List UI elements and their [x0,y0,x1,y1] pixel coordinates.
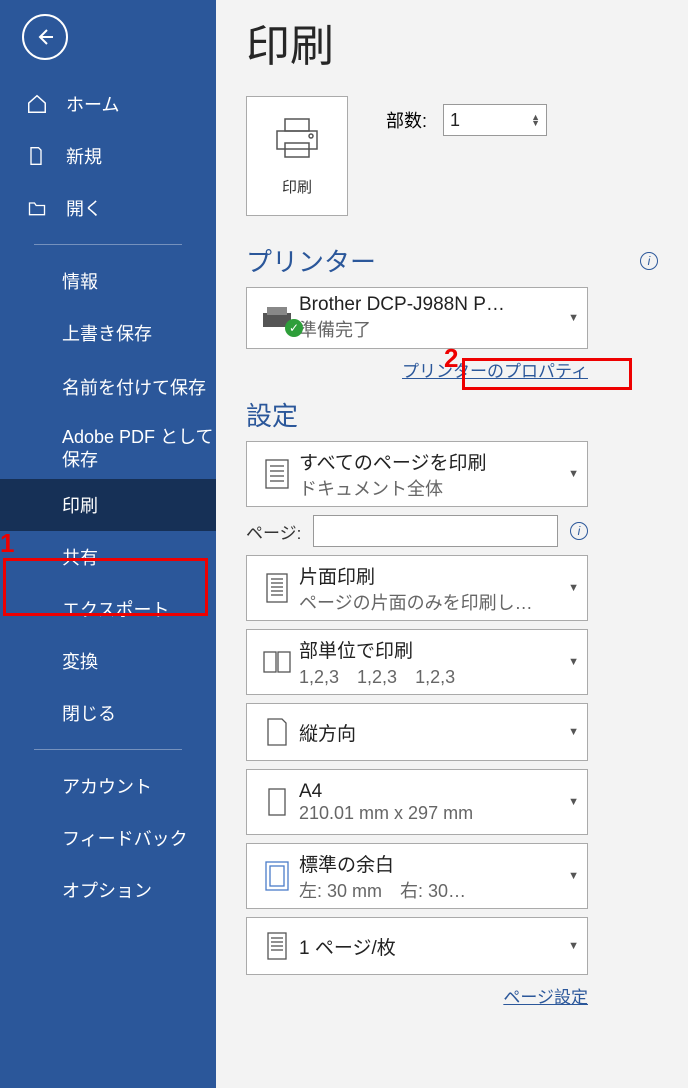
one-sided-icon [255,570,299,606]
pages-input[interactable] [313,515,558,547]
chevron-down-icon: ▼ [568,656,579,668]
paper-size-dropdown[interactable]: A4210.01 mm x 297 mm ▼ [246,769,588,835]
portrait-icon [255,715,299,749]
sidebar-item-label: 閉じる [62,700,116,726]
sidebar-item-close[interactable]: 閉じる [0,687,216,739]
dd-sub: 210.01 mm x 297 mm [299,803,564,824]
annotation-number-1: 1 [0,528,14,559]
chevron-down-icon: ▼ [568,726,579,738]
backstage-sidebar: ホーム 新規 開く 情報 上書き保存 名前を付けて保存 Adobe PDF とし… [0,0,216,1088]
sidebar-item-share[interactable]: 共有 [0,531,216,583]
sidebar-item-save[interactable]: 上書き保存 [0,307,216,359]
sidebar-item-label: 変換 [62,648,98,674]
dd-title: 部単位で印刷 [299,636,564,663]
dd-sub: 1,2,3 1,2,3 1,2,3 [299,663,564,689]
chevron-down-icon: ▼ [568,940,579,952]
dd-title: 1 ページ/枚 [299,933,564,960]
printer-dropdown[interactable]: ✓ Brother DCP-J988N P… 準備完了 ▼ [246,287,588,349]
sidebar-item-label: 情報 [62,268,98,294]
margins-icon [255,859,299,893]
collate-icon [255,648,299,676]
spinner-arrows-icon: ▲▼ [531,114,540,126]
printer-section-header: プリンター [246,242,376,279]
copies-label: 部数: [386,107,427,133]
dd-title: 縦方向 [299,719,564,746]
chevron-down-icon: ▼ [568,582,579,594]
check-icon: ✓ [285,319,303,337]
pages-label: ページ: [246,519,301,544]
chevron-down-icon: ▼ [568,796,579,808]
sidebar-separator [34,749,182,750]
margins-dropdown[interactable]: 標準の余白左: 30 mm 右: 30… ▼ [246,843,588,909]
info-icon[interactable]: i [570,522,588,540]
dd-title: 片面印刷 [299,562,564,589]
collate-dropdown[interactable]: 部単位で印刷1,2,3 1,2,3 1,2,3 ▼ [246,629,588,695]
printer-ready-icon: ✓ [255,303,299,333]
copies-value: 1 [450,110,460,131]
sidebar-item-open[interactable]: 開く [0,182,216,234]
sidebar-item-label: 上書き保存 [62,320,152,346]
dd-sub: 左: 30 mm 右: 30… [299,877,564,903]
sidebar-item-export[interactable]: エクスポート [0,583,216,635]
copies-spinner[interactable]: 1 ▲▼ [443,104,547,136]
sidebar-item-print[interactable]: 印刷 [0,479,216,531]
pages-per-sheet-icon [255,929,299,963]
chevron-down-icon: ▼ [568,468,579,480]
printer-name: Brother DCP-J988N P… [299,294,564,316]
back-button[interactable] [22,14,68,60]
sidebar-item-adobe-pdf[interactable]: Adobe PDF として保存 [0,419,216,479]
sidebar-item-options[interactable]: オプション [0,864,216,916]
dd-title: すべてのページを印刷 [299,448,564,475]
print-button[interactable]: 印刷 [246,96,348,216]
sidebar-item-label: 共有 [62,544,98,570]
sidebar-item-label: 名前を付けて保存 [62,377,206,400]
sidebar-item-transform[interactable]: 変換 [0,635,216,687]
print-button-label: 印刷 [282,176,312,197]
print-range-dropdown[interactable]: すべてのページを印刷ドキュメント全体 ▼ [246,441,588,507]
chevron-down-icon: ▼ [568,312,579,324]
sidebar-item-new[interactable]: 新規 [0,130,216,182]
sidebar-item-label: 新規 [66,143,102,169]
sides-dropdown[interactable]: 片面印刷ページの片面のみを印刷し… ▼ [246,555,588,621]
printer-properties-link[interactable]: プリンターのプロパティ [402,362,588,381]
sidebar-item-label: 印刷 [62,492,98,518]
print-backstage-panel: 印刷 印刷 部数: 1 ▲▼ プリンター i ✓ Brother DCP-J98… [216,0,688,1088]
paper-icon [255,785,299,819]
sidebar-item-home[interactable]: ホーム [0,78,216,130]
sidebar-item-label: フィードバック [62,825,188,851]
sidebar-item-label: 開く [66,195,102,221]
sidebar-item-label: ホーム [66,91,119,117]
new-doc-icon [26,145,54,167]
dd-sub: ページの片面のみを印刷し… [299,589,564,615]
printer-status: 準備完了 [299,316,564,342]
sidebar-item-info[interactable]: 情報 [0,255,216,307]
dd-title: A4 [299,781,564,803]
orientation-dropdown[interactable]: 縦方向 ▼ [246,703,588,761]
sidebar-item-feedback[interactable]: フィードバック [0,812,216,864]
dd-sub: ドキュメント全体 [299,475,564,501]
page-setup-link[interactable]: ページ設定 [503,988,588,1007]
printer-properties-row: プリンターのプロパティ [246,357,588,382]
pages-per-sheet-dropdown[interactable]: 1 ページ/枚 ▼ [246,917,588,975]
printer-icon [271,115,323,166]
dd-title: 標準の余白 [299,850,564,877]
page-title: 印刷 [246,10,658,74]
chevron-down-icon: ▼ [568,870,579,882]
sidebar-separator [34,244,182,245]
sidebar-item-label: アカウント [62,773,152,799]
sidebar-item-saveas[interactable]: 名前を付けて保存 [0,359,216,419]
sidebar-item-account[interactable]: アカウント [0,760,216,812]
sidebar-item-label: オプション [62,877,152,903]
sidebar-item-label: エクスポート [62,596,169,622]
folder-open-icon [26,198,54,218]
sidebar-item-label: Adobe PDF として保存 [62,426,216,473]
settings-section-header: 設定 [246,396,298,433]
info-icon[interactable]: i [640,252,658,270]
home-icon [26,93,54,115]
pages-icon [255,456,299,492]
annotation-number-2: 2 [444,343,458,374]
